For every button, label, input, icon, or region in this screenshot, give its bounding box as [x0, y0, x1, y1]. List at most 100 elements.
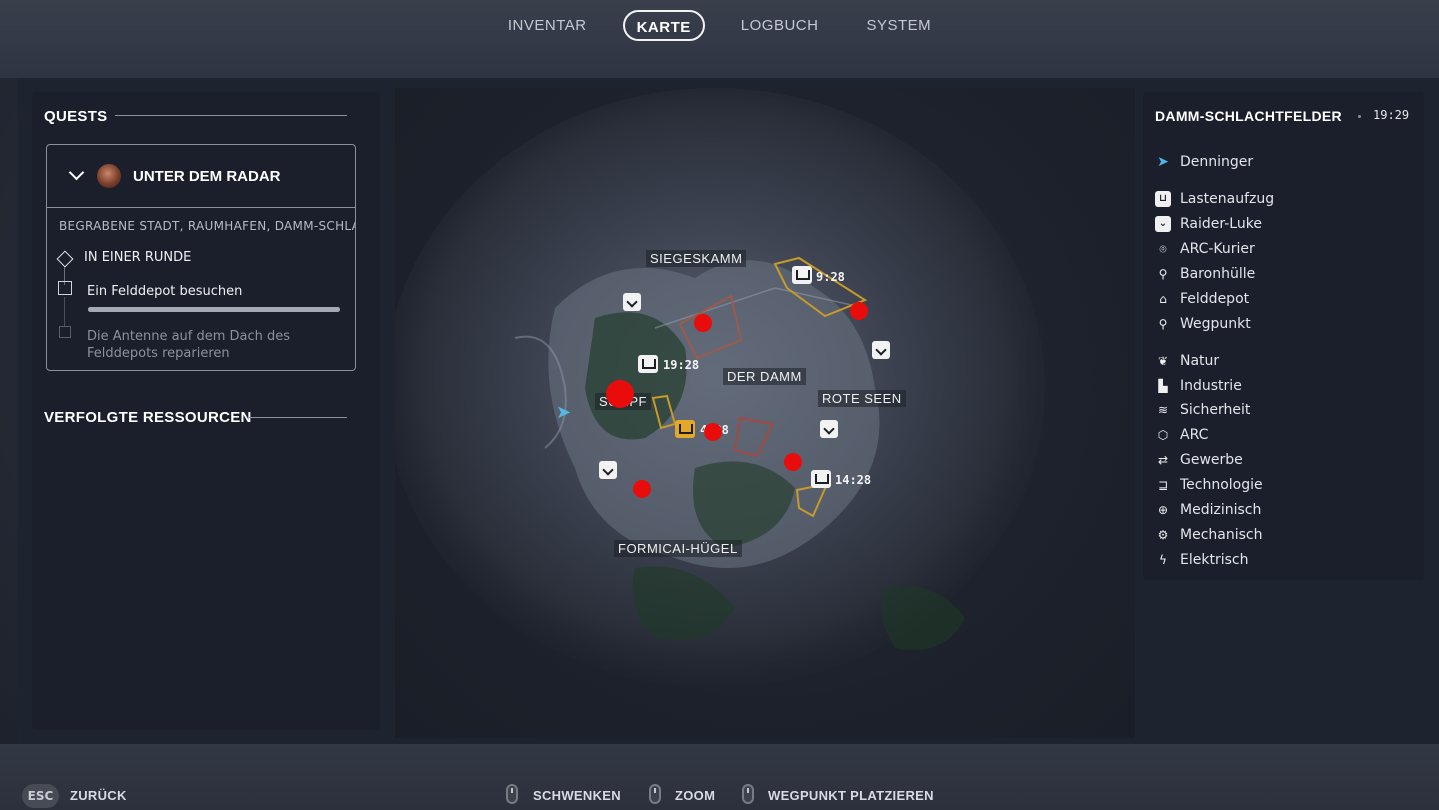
legend-label: Denninger [1180, 154, 1254, 170]
enemy-marker [633, 480, 651, 498]
legend-label: Lastenaufzug [1180, 191, 1275, 207]
stage-diamond-icon [56, 250, 74, 268]
field-depot-icon: ⌂ [1159, 292, 1167, 306]
legend-item-sicherheit[interactable]: ≋ Sicherheit [1155, 400, 1250, 420]
legend-item-baronhuelle[interactable]: ⚲ Baronhülle [1155, 264, 1256, 284]
legend-label: Medizinisch [1180, 502, 1262, 518]
legend-item-felddepot[interactable]: ⌂ Felddepot [1155, 289, 1249, 309]
mouse-right-click-icon [742, 784, 754, 804]
electrical-icon: ϟ [1159, 553, 1167, 567]
legend-item-player[interactable]: ➤ Denninger [1155, 152, 1253, 172]
raider-hatch-icon: ⌄ [1155, 216, 1171, 232]
mouse-drag-icon [506, 784, 518, 804]
legend-label: Wegpunkt [1180, 316, 1251, 332]
quest-header[interactable]: UNTER DEM RADAR [47, 145, 355, 208]
map-label-siegeskamm: SIEGESKAMM [646, 250, 747, 267]
enemy-marker [694, 314, 712, 332]
legend-item-raider-luke[interactable]: ⌄ Raider-Luke [1155, 214, 1262, 234]
lift-timer: 9:28 [816, 270, 845, 284]
legend-label: Mechanisch [1180, 527, 1263, 543]
arc-icon: ⬡ [1157, 428, 1169, 442]
quest-card[interactable]: UNTER DEM RADAR BEGRABENE STADT, RAUMHAF… [46, 144, 356, 371]
legend-item-natur[interactable]: ❦ Natur [1155, 351, 1219, 371]
industry-icon: ▙ [1158, 379, 1168, 393]
mouse-wheel-icon [649, 784, 661, 804]
map-label-rote-seen: ROTE SEEN [818, 390, 906, 407]
map-view[interactable]: SIEGESKAMM DER DAMM ROTE SEEN SUMPF FORM… [395, 88, 1135, 738]
tab-system[interactable]: SYSTEM [854, 10, 943, 41]
bottom-bar: ESC ZURÜCK SCHWENKEN ZOOM WEGPUNKT PLATZ… [0, 744, 1439, 810]
objective-text-inactive: Die Antenne auf dem Dach des Felddepots … [87, 329, 291, 361]
quest-locations: BEGRABENE STADT, RAUMHAFEN, DAMM-SCHLACH… [59, 219, 355, 233]
legend-item-wegpunkt[interactable]: ⚲ Wegpunkt [1155, 314, 1251, 334]
tab-inventar[interactable]: INVENTAR [496, 10, 599, 41]
objective-checkbox [58, 281, 72, 295]
map-label-der-damm: DER DAMM [723, 368, 806, 385]
progress-fill [88, 307, 340, 312]
legend-label: ARC-Kurier [1180, 241, 1255, 257]
legend-item-mechanisch[interactable]: ⚙ Mechanisch [1155, 525, 1263, 545]
quest-giver-avatar [97, 164, 121, 188]
pan-hint: SCHWENKEN [533, 788, 621, 803]
objective-text: Ein Felddepot besuchen [87, 284, 243, 299]
round-time: 19:29 [1373, 108, 1410, 122]
lift-timer: 14:28 [835, 473, 872, 487]
baron-husk-icon: ⚲ [1158, 267, 1168, 281]
legend-item-gewerbe[interactable]: ⇄ Gewerbe [1155, 450, 1243, 470]
legend-label: Elektrisch [1180, 552, 1249, 568]
tab-logbuch[interactable]: LOGBUCH [729, 10, 831, 41]
zoom-hint: ZOOM [675, 788, 716, 803]
back-button[interactable]: ZURÜCK [70, 788, 127, 803]
objective-checkbox-inactive [59, 326, 71, 338]
main-tabs: INVENTAR KARTE LOGBUCH SYSTEM [0, 10, 1439, 41]
chevron-down-icon[interactable] [67, 165, 89, 187]
raider-hatch-icon[interactable] [599, 461, 617, 479]
arc-courier-icon: ⌾ [1159, 242, 1167, 256]
player-arrow-icon: ➤ [556, 402, 572, 423]
legend-label: Industrie [1180, 378, 1242, 394]
legend-item-arc-kurier[interactable]: ⌾ ARC-Kurier [1155, 239, 1255, 259]
cargo-lift-icon[interactable] [811, 470, 831, 488]
esc-key-icon[interactable]: ESC [22, 784, 59, 808]
legend-item-arc[interactable]: ⬡ ARC [1155, 425, 1209, 445]
enemy-marker [704, 423, 722, 441]
map-name: DAMM-SCHLACHTFELDER [1155, 108, 1342, 124]
legend-item-medizinisch[interactable]: ⊕ Medizinisch [1155, 500, 1261, 520]
technology-icon: ⊒ [1157, 478, 1169, 492]
medical-icon: ⊕ [1157, 503, 1169, 517]
quest-name: UNTER DEM RADAR [133, 167, 281, 185]
cargo-lift-icon: ⊔ [1155, 191, 1171, 207]
top-nav: INVENTAR KARTE LOGBUCH SYSTEM [0, 0, 1439, 78]
player-arrow-icon: ➤ [1157, 154, 1169, 170]
legend-item-elektrisch[interactable]: ϟ Elektrisch [1155, 550, 1248, 570]
map-terrain [395, 88, 1045, 688]
map-legend-panel: DAMM-SCHLACHTFELDER 19:29 ➤ Denninger ⊔ … [1143, 92, 1424, 580]
mechanical-icon: ⚙ [1157, 528, 1169, 542]
place-waypoint-hint: WEGPUNKT PLATZIEREN [768, 788, 934, 803]
map-label-formicai-huegel: FORMICAI-HÜGEL [614, 540, 742, 557]
quests-title: QUESTS [44, 108, 108, 125]
commerce-icon: ⇄ [1157, 453, 1169, 467]
legend-label: Gewerbe [1180, 452, 1243, 468]
legend-label: ARC [1180, 427, 1209, 443]
divider [249, 417, 347, 418]
lift-timer: 19:28 [663, 358, 700, 372]
cargo-lift-icon[interactable] [792, 266, 812, 284]
legend-label: Technologie [1180, 477, 1263, 493]
raider-hatch-icon[interactable] [820, 420, 838, 438]
tab-karte[interactable]: KARTE [622, 10, 705, 41]
cargo-lift-icon[interactable] [638, 355, 658, 373]
legend-item-industrie[interactable]: ▙ Industrie [1155, 376, 1242, 396]
nature-icon: ❦ [1157, 354, 1169, 368]
tracked-resources-title: VERFOLGTE RESSOURCEN [44, 409, 252, 426]
raider-hatch-icon[interactable] [872, 341, 890, 359]
legend-label: Raider-Luke [1180, 216, 1262, 232]
cargo-lift-icon-active[interactable] [675, 420, 695, 438]
raider-hatch-icon[interactable] [623, 293, 641, 311]
legend-item-technologie[interactable]: ⊒ Technologie [1155, 475, 1263, 495]
legend-item-lastenaufzug[interactable]: ⊔ Lastenaufzug [1155, 189, 1274, 209]
separator-dot [1358, 115, 1361, 118]
objective-progress-bar [88, 307, 340, 312]
legend-label: Sicherheit [1180, 402, 1251, 418]
legend-label: Baronhülle [1180, 266, 1256, 282]
